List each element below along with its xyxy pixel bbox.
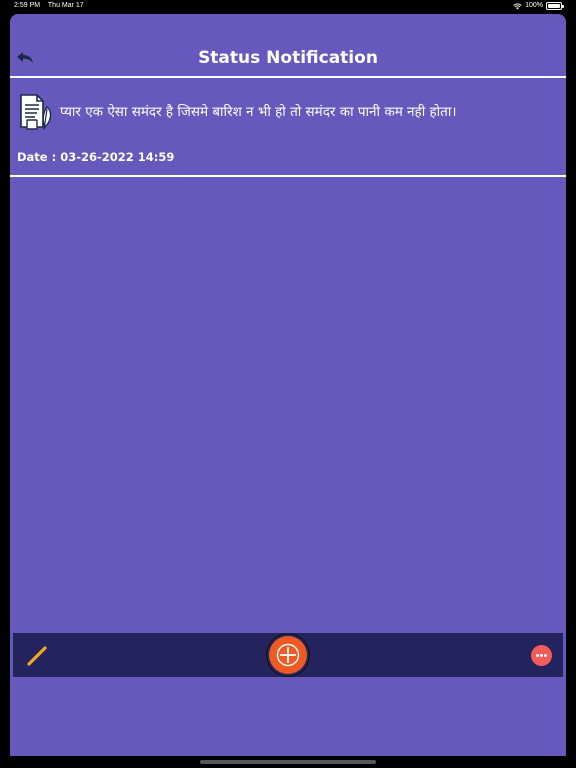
wifi-icon (513, 3, 522, 9)
notification-message: प्यार एक ऐसा समंदर है जिसमे बारिश न भी ह… (60, 104, 457, 120)
more-button[interactable] (531, 645, 552, 666)
app-sheet: Status Notification प्यार एक ऐसा समंदर ह… (10, 14, 566, 756)
nav-bar: Status Notification (10, 14, 566, 78)
more-dots-icon (536, 654, 547, 657)
notification-date: Date : 03-26-2022 14:59 (17, 150, 175, 164)
status-bar: 2:59 PM Thu Mar 17 100% (0, 0, 576, 12)
add-button[interactable] (269, 636, 307, 674)
battery-percent: 100% (525, 2, 543, 9)
bottom-toolbar (13, 633, 563, 677)
document-feather-icon (20, 94, 52, 131)
home-indicator[interactable] (200, 760, 376, 764)
plus-icon (276, 643, 300, 667)
status-date: Thu Mar 17 (47, 2, 84, 9)
page-title: Status Notification (198, 48, 378, 68)
status-time: 2:59 PM (14, 2, 41, 9)
battery-icon (546, 2, 564, 10)
status-bar-right: 100% (513, 0, 564, 12)
pencil-icon[interactable] (25, 644, 49, 668)
notification-item[interactable]: प्यार एक ऐसा समंदर है जिसमे बारिश न भी ह… (10, 78, 566, 177)
status-bar-left: 2:59 PM Thu Mar 17 (14, 0, 90, 12)
